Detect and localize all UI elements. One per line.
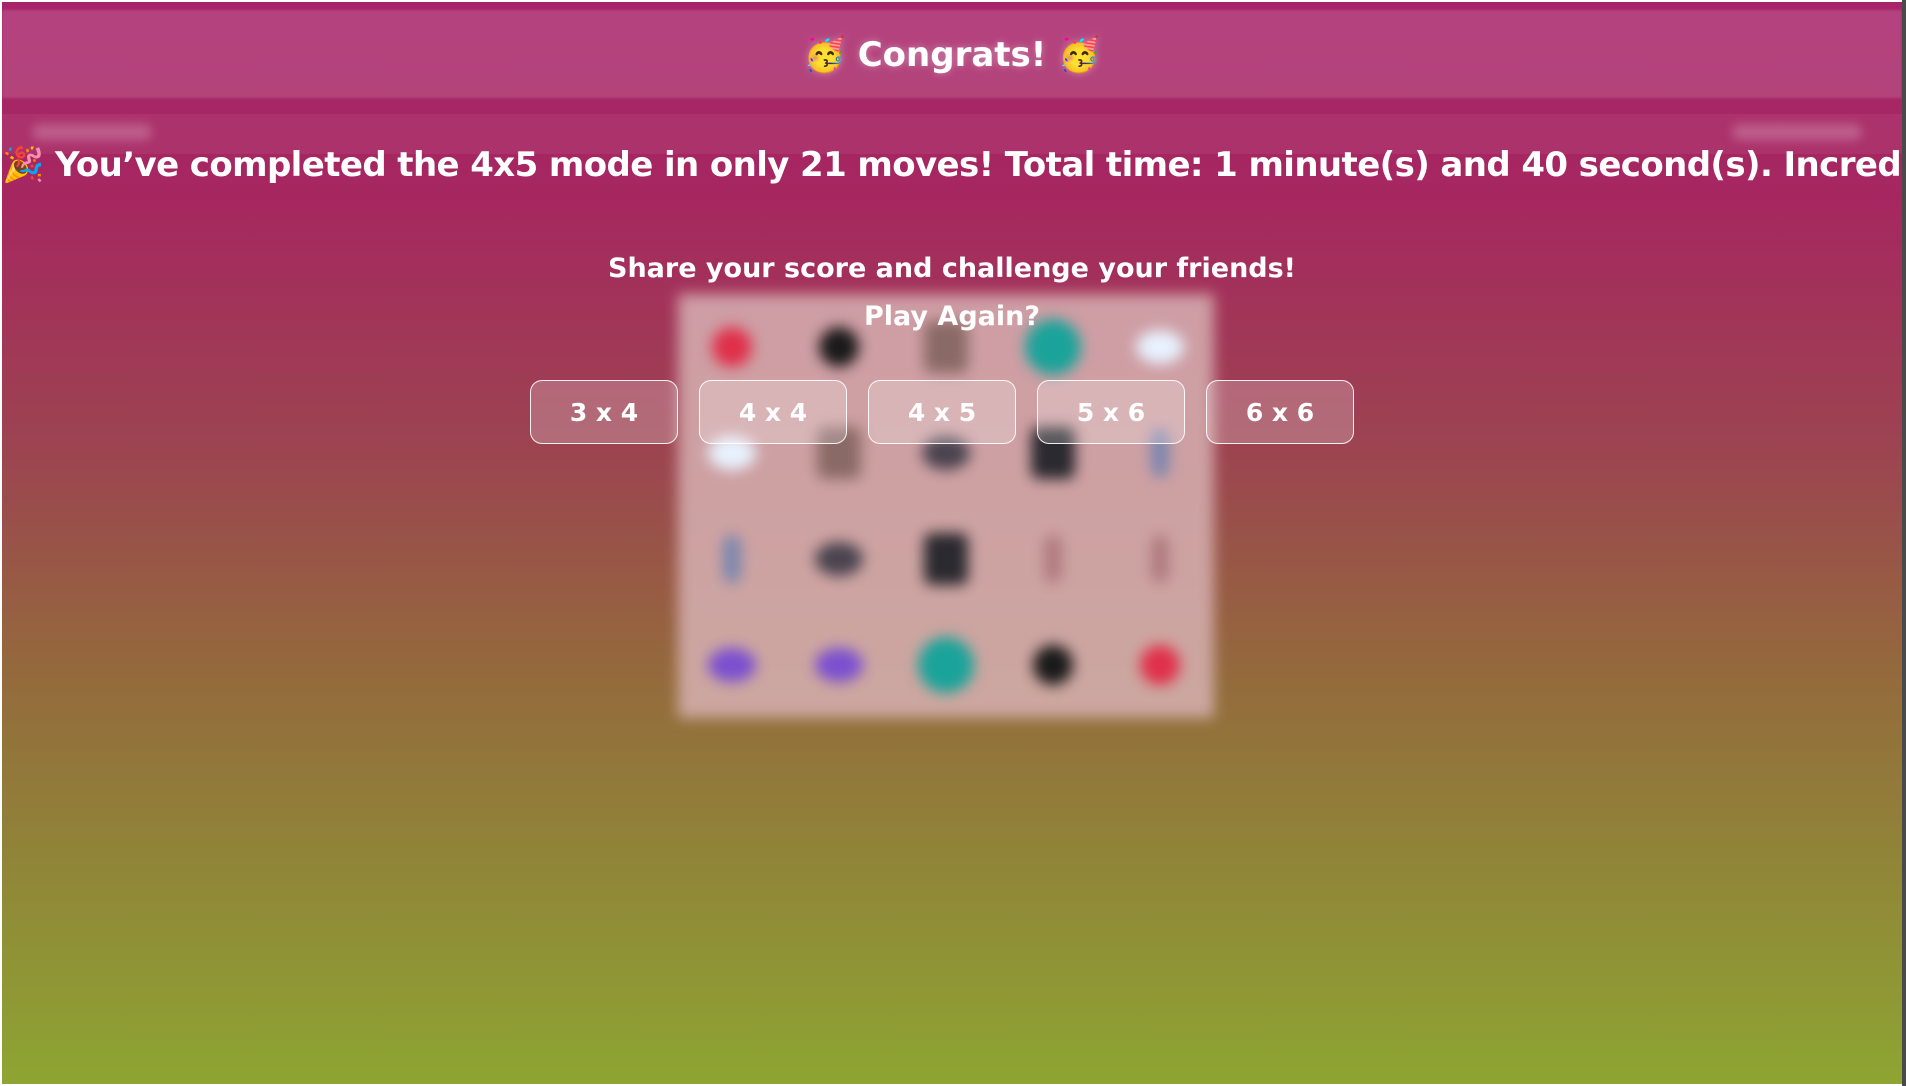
board-tile: [678, 612, 785, 718]
mode-button-3x4[interactable]: 3 x 4: [530, 380, 678, 444]
mode-button-4x4[interactable]: 4 x 4: [699, 380, 847, 444]
mode-button-6x6[interactable]: 6 x 6: [1206, 380, 1354, 444]
mode-button-group: 3 x 4 4 x 4 4 x 5 5 x 6 6 x 6: [530, 380, 1354, 444]
pen-icon: [722, 535, 741, 583]
board-tile: [892, 612, 999, 718]
window-edge: [1902, 0, 1906, 1086]
purple-gem-icon: [814, 648, 863, 682]
moves-counter-blurred: [32, 124, 152, 140]
board-tile: [892, 506, 999, 612]
board-tile: [1107, 506, 1214, 612]
dark-gadget-icon: [814, 542, 863, 576]
board-tile: [1000, 612, 1107, 718]
thin-bottle-icon: [1151, 535, 1170, 583]
mode-button-5x6[interactable]: 5 x 6: [1037, 380, 1185, 444]
globe-icon: [917, 637, 974, 693]
dark-vessel-icon: [923, 533, 968, 585]
share-prompt: Share your score and challenge your frie…: [608, 253, 1296, 284]
board-tile: [678, 506, 785, 612]
timer-blurred: [1732, 124, 1862, 140]
play-again-heading: Play Again?: [863, 301, 1040, 332]
cloud-icon: [1136, 330, 1185, 364]
completion-message: 🎉 You’ve completed the 4x5 mode in only …: [2, 145, 1902, 185]
board-tile: [785, 506, 892, 612]
mode-button-4x5[interactable]: 4 x 5: [868, 380, 1016, 444]
thin-bottle-icon: [1044, 535, 1063, 583]
board-tile: [785, 612, 892, 718]
game-board-blurred: [678, 294, 1214, 718]
purple-gem-icon: [707, 648, 756, 682]
red-heart-icon: [1140, 645, 1181, 685]
game-background: 🥳 Congrats! 🥳 🎉 You’ve completed the 4x5…: [2, 2, 1902, 1084]
board-tile: [1107, 612, 1214, 718]
board-tile: [1000, 506, 1107, 612]
congrats-title: 🥳 Congrats! 🥳: [803, 35, 1101, 75]
black-heart-icon: [1033, 645, 1074, 685]
